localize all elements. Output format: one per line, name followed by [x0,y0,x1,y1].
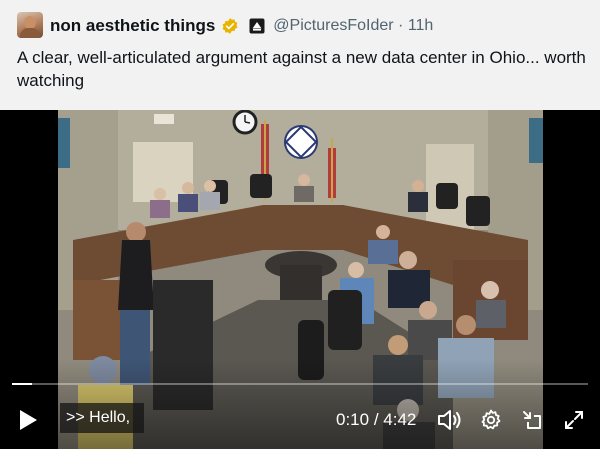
volume-icon [438,410,461,430]
current-time: 0:10 [336,410,370,429]
settings-button[interactable] [477,406,505,434]
org-badge-icon[interactable] [249,18,265,34]
avatar[interactable] [17,12,43,38]
closed-caption: >> Hello, [60,403,144,433]
duration: 4:42 [383,410,417,429]
fullscreen-icon [565,411,583,429]
avatar-body [20,28,40,38]
verified-badge-icon [222,18,238,34]
tweet-text: A clear, well-articulated argument again… [17,48,586,90]
play-icon [20,410,37,430]
volume-button[interactable] [436,406,464,434]
progress-bar[interactable] [12,383,588,385]
time-display: 0:10 / 4:42 [336,410,417,429]
name-row: non aesthetic things @PicturesFoIder · 1… [50,15,433,37]
progress-fill [12,383,33,385]
minimize-button[interactable] [518,406,546,434]
tweet-header: non aesthetic things @PicturesFoIder · 1… [0,0,600,110]
display-name[interactable]: non aesthetic things [50,16,215,36]
play-button[interactable] [14,406,42,434]
fullscreen-button[interactable] [560,406,588,434]
video-player[interactable]: >> Hello, 0:10 / 4:42 [0,110,600,449]
timestamp[interactable]: 11h [408,17,434,34]
minimize-icon [523,411,541,429]
handle[interactable]: @PicturesFoIder · 11h [273,17,433,35]
settings-gear-icon [481,409,501,430]
